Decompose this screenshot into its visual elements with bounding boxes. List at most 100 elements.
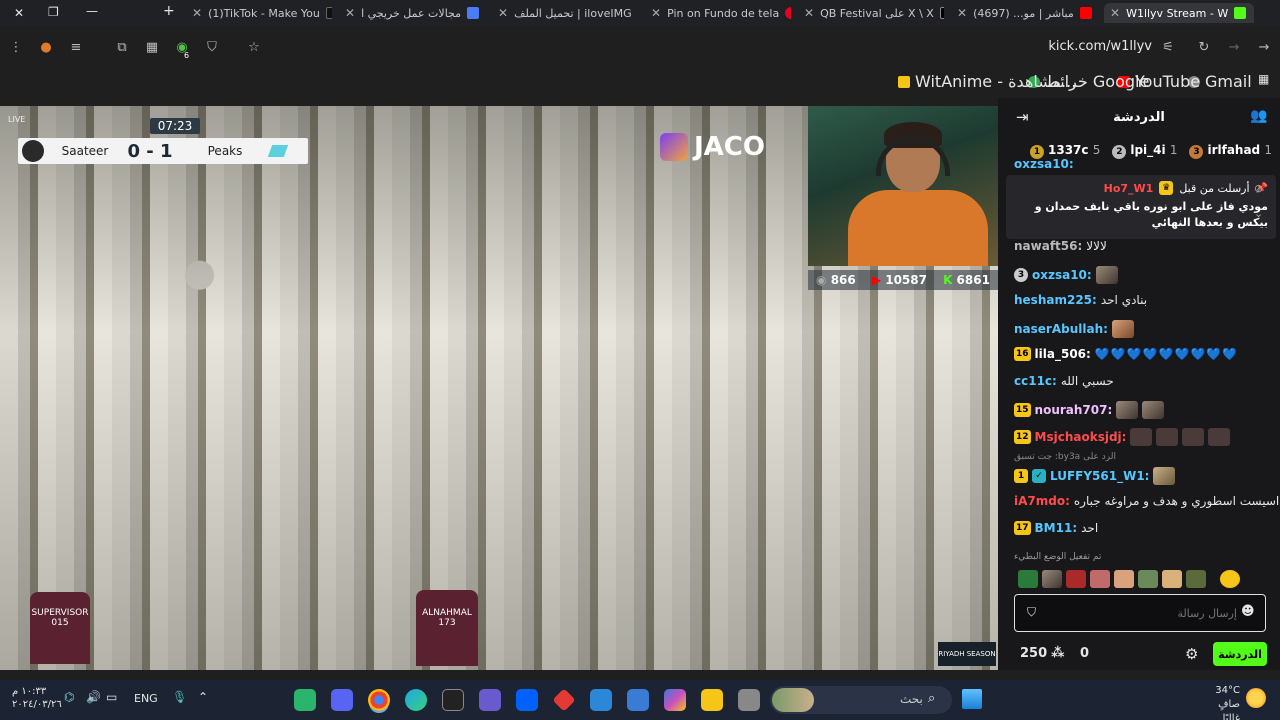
shield-icon[interactable]: ⛉ xyxy=(1027,605,1036,620)
windows-start-icon[interactable] xyxy=(962,689,982,709)
playlist-icon[interactable]: ≡ xyxy=(68,40,84,56)
close-tab-icon[interactable]: ✕ xyxy=(1110,6,1120,20)
task-view-icon[interactable] xyxy=(738,689,760,711)
chat-message[interactable]: hesham225: بنادي احد xyxy=(1014,293,1147,307)
chat-username[interactable]: oxzsa10: xyxy=(1032,268,1092,282)
close-tab-icon[interactable]: ✕ xyxy=(345,6,355,20)
tab-pinterest[interactable]: ✕ Pin on Fundo de tela xyxy=(651,3,791,23)
menu-dots-icon[interactable]: ⋮ xyxy=(8,40,24,56)
emote-button[interactable] xyxy=(1162,570,1182,588)
minimize-window-icon[interactable]: — xyxy=(86,4,98,18)
bookmark-star-icon[interactable]: ☆ xyxy=(246,40,262,56)
mail-icon[interactable] xyxy=(590,689,612,711)
close-tab-icon[interactable]: ✕ xyxy=(192,6,202,20)
wifi-battery-icon[interactable]: ⌬ xyxy=(64,690,74,704)
emote-button[interactable] xyxy=(1090,570,1110,588)
emote-button[interactable] xyxy=(1042,570,1062,588)
store-icon[interactable] xyxy=(627,689,649,711)
emote-button[interactable] xyxy=(1066,570,1086,588)
file-explorer-icon[interactable] xyxy=(701,689,723,711)
tab-iloveimg[interactable]: ✕ تحميل الملف | iloveIMG xyxy=(498,3,638,23)
address-bar[interactable]: kick.com/w1llyv xyxy=(1048,39,1152,54)
top-gifter[interactable]: 3 irlfahad 1 xyxy=(1189,143,1272,159)
dropbox-icon[interactable] xyxy=(516,689,538,711)
edge-icon[interactable] xyxy=(405,689,427,711)
chat-message[interactable]: oxzsa10: xyxy=(1014,158,1074,170)
site-settings-icon[interactable]: ⚟ xyxy=(1160,40,1176,56)
chat-username[interactable]: hesham225: xyxy=(1014,293,1097,307)
app-icon[interactable] xyxy=(294,689,316,711)
pinned-message[interactable]: 📌 أرسلت من قبل ♛ Ho7_W1 مودي فاز على ابو… xyxy=(1006,175,1276,239)
top-gifter[interactable]: 1 1337c 5 xyxy=(1030,143,1100,159)
volume-icon[interactable]: 🔊 xyxy=(86,690,101,704)
taskbar-search[interactable]: بحث ⌕ xyxy=(770,686,952,714)
restore-window-icon[interactable]: ❐ xyxy=(48,5,59,19)
app-icon[interactable] xyxy=(479,689,501,711)
weather-widget[interactable]: 34°C صافٍ غالبًا xyxy=(1200,684,1240,720)
chat-username[interactable]: naserAbullah: xyxy=(1014,322,1108,336)
chat-message[interactable]: 15 nourah707: xyxy=(1014,401,1165,419)
tab-kick-active[interactable]: ✕ W1llyv Stream - W xyxy=(1104,3,1254,23)
apps-grid-icon[interactable]: ▦ xyxy=(1258,72,1269,86)
chat-message[interactable]: 12 Msjchaoksjdj: xyxy=(1014,428,1231,446)
extension-icon[interactable]: ● xyxy=(38,40,54,56)
chat-message[interactable]: iA7mdo: اسيست اسطوري و هدف و مراوغه جباره xyxy=(1014,494,1279,508)
emoji-icon[interactable]: ☻ xyxy=(1241,604,1255,619)
close-tab-icon[interactable]: ✕ xyxy=(957,6,967,20)
tab-tiktok[interactable]: ✕ (1)TikTok - Make You xyxy=(192,3,332,23)
chat-input[interactable] xyxy=(1051,603,1237,623)
chrome-icon[interactable] xyxy=(368,689,390,711)
back-icon[interactable]: → xyxy=(1256,40,1272,56)
kicks-display[interactable]: 0 xyxy=(1080,646,1089,661)
clock-date[interactable]: ١٠:٣٣ م ٢٠٢٤/٠٣/٢٦ xyxy=(12,685,62,711)
chevron-up-icon[interactable]: ⌃ xyxy=(198,690,208,704)
users-icon[interactable]: 👥 xyxy=(1250,108,1267,124)
chat-username[interactable]: LUFFY561_W1: xyxy=(1050,469,1149,483)
tab-majalat[interactable]: ✕ مجالات عمل خريجي ا xyxy=(345,3,485,23)
unpin-icon[interactable]: ⊘ xyxy=(1254,182,1263,195)
chat-username[interactable]: oxzsa10: xyxy=(1014,158,1074,170)
emote-button[interactable] xyxy=(1138,570,1158,588)
top-gifter[interactable]: 2 lpi_4i 1 xyxy=(1112,143,1177,159)
tab-x[interactable]: ✕ QB Festival على X \ X xyxy=(804,3,944,23)
language-indicator[interactable]: ENG xyxy=(134,692,158,705)
points-display[interactable]: 250 ⁂ xyxy=(1020,646,1064,661)
reload-icon[interactable]: ↻ xyxy=(1196,40,1212,56)
forward-icon[interactable]: → xyxy=(1226,40,1242,56)
chat-message[interactable]: 3 oxzsa10: xyxy=(1014,266,1118,284)
settings-gear-icon[interactable]: ⚙ xyxy=(1185,645,1198,663)
network-icon[interactable]: ▭ xyxy=(106,690,117,704)
close-tab-icon[interactable]: ✕ xyxy=(804,6,814,20)
extension-bars-icon[interactable]: ▦ xyxy=(144,40,160,56)
new-tab-icon[interactable]: + xyxy=(163,3,175,19)
chat-username[interactable]: lila_506: xyxy=(1035,347,1091,361)
chat-username[interactable]: nawaft56: xyxy=(1014,239,1082,253)
tab-youtube[interactable]: ✕ مباشر | مو... (4697) xyxy=(957,3,1097,23)
chat-username[interactable]: BM11: xyxy=(1035,521,1078,535)
chevron-down-icon[interactable]: ⌄ xyxy=(1254,207,1263,220)
emote-button[interactable] xyxy=(1114,570,1134,588)
pinned-username[interactable]: Ho7_W1 xyxy=(1104,182,1154,195)
close-tab-icon[interactable]: ✕ xyxy=(651,6,661,20)
microphone-icon[interactable]: 🎙 xyxy=(172,690,187,704)
chat-message[interactable]: cc11c: حسبي الله xyxy=(1014,374,1114,388)
chat-username[interactable]: iA7mdo: xyxy=(1014,494,1070,508)
epic-games-icon[interactable] xyxy=(442,689,464,711)
chat-username[interactable]: nourah707: xyxy=(1035,403,1113,417)
chat-message[interactable]: 16 lila_506: 💙💙💙💙💙💙💙💙💙 xyxy=(1014,347,1238,361)
chat-message[interactable]: 17 BM11: احد xyxy=(1014,521,1098,535)
close-window-icon[interactable]: ✕ xyxy=(14,6,24,20)
chat-message[interactable]: naserAbullah: xyxy=(1014,320,1134,338)
discord-icon[interactable] xyxy=(331,689,353,711)
chat-username[interactable]: Msjchaoksjdj: xyxy=(1035,430,1127,444)
chat-message[interactable]: nawaft56: لالالا xyxy=(1014,239,1107,253)
close-tab-icon[interactable]: ✕ xyxy=(498,6,508,20)
bookmark-witanime[interactable]: WitAnime - مشاهدة... xyxy=(898,72,1076,91)
chat-message[interactable]: 1 ✓ LUFFY561_W1: xyxy=(1014,467,1176,485)
shield-icon[interactable]: ⛉ xyxy=(204,40,220,56)
emote-button[interactable] xyxy=(1186,570,1206,588)
send-chat-button[interactable]: الدردشة xyxy=(1213,642,1267,666)
sunglasses-emote-icon[interactable] xyxy=(1220,570,1240,588)
copilot-icon[interactable] xyxy=(664,689,686,711)
chat-username[interactable]: cc11c: xyxy=(1014,374,1057,388)
